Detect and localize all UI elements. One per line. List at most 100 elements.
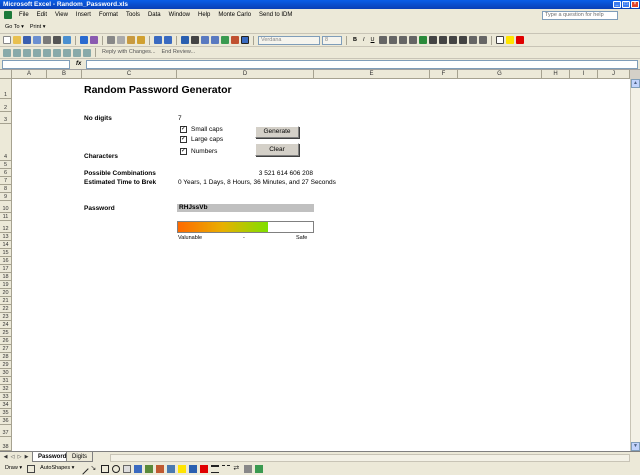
- column-header-i[interactable]: I: [570, 70, 598, 79]
- research-icon[interactable]: [90, 36, 98, 44]
- font-color-icon[interactable]: [200, 464, 209, 473]
- sort-ascending-icon[interactable]: [201, 36, 209, 44]
- row-header[interactable]: 23: [0, 313, 12, 321]
- row-header[interactable]: 13: [0, 233, 12, 241]
- 3d-style-icon[interactable]: [255, 464, 264, 473]
- format-painter-icon[interactable]: [137, 36, 145, 44]
- row-header[interactable]: 30: [0, 369, 12, 377]
- decrease-indent-icon[interactable]: [468, 36, 477, 44]
- review-icon[interactable]: [43, 48, 51, 57]
- tab-digits[interactable]: Digits: [66, 452, 94, 462]
- column-header-h[interactable]: H: [542, 70, 570, 79]
- close-button[interactable]: ×: [631, 1, 639, 8]
- comma-style-icon[interactable]: [438, 36, 447, 44]
- email-icon[interactable]: [43, 36, 51, 44]
- arrow-style-icon[interactable]: ⇄: [233, 465, 241, 473]
- menu-edit[interactable]: Edit: [33, 9, 51, 21]
- menu-window[interactable]: Window: [165, 9, 194, 21]
- line-icon[interactable]: [77, 462, 90, 475]
- row-header[interactable]: 35: [0, 409, 12, 417]
- formula-input[interactable]: [86, 60, 638, 69]
- menu-send-to-idm[interactable]: Send to IDM: [255, 9, 296, 21]
- draw-menu-button[interactable]: Draw ▾: [3, 464, 24, 473]
- review-icon[interactable]: [63, 48, 71, 57]
- clear-button[interactable]: Clear: [255, 143, 299, 156]
- prev-sheet-icon[interactable]: ◁: [9, 453, 16, 461]
- shadow-style-icon[interactable]: [244, 464, 253, 473]
- menu-monte-carlo[interactable]: Monte Carlo: [214, 9, 255, 21]
- menu-format[interactable]: Format: [95, 9, 122, 21]
- maximize-button[interactable]: □: [622, 1, 630, 8]
- select-all-corner[interactable]: [0, 70, 12, 79]
- redo-icon[interactable]: [164, 36, 172, 44]
- print-icon[interactable]: [53, 36, 61, 44]
- row-header[interactable]: 36: [0, 417, 12, 425]
- horizontal-scrollbar[interactable]: [110, 454, 630, 462]
- row-header[interactable]: 24: [0, 321, 12, 329]
- row-header[interactable]: 20: [0, 289, 12, 297]
- row-header[interactable]: 33: [0, 393, 12, 401]
- font-color-icon[interactable]: [515, 36, 524, 44]
- row-header[interactable]: 29: [0, 361, 12, 369]
- copy-icon[interactable]: [117, 36, 125, 44]
- row-header[interactable]: 4: [0, 124, 12, 161]
- align-right-icon[interactable]: [398, 36, 407, 44]
- row-header[interactable]: 9: [0, 193, 12, 201]
- row-header[interactable]: 16: [0, 257, 12, 265]
- row-header[interactable]: 6: [0, 169, 12, 177]
- clip-art-icon[interactable]: [156, 464, 165, 473]
- row-header[interactable]: 17: [0, 265, 12, 273]
- rectangle-icon[interactable]: [101, 464, 110, 473]
- italic-button[interactable]: I: [361, 36, 367, 45]
- row-header[interactable]: 10: [0, 201, 12, 213]
- menu-file[interactable]: File: [15, 9, 33, 21]
- help-search-input[interactable]: Type a question for help: [542, 11, 618, 20]
- end-review-button[interactable]: End Review...: [160, 48, 198, 57]
- row-header[interactable]: 26: [0, 337, 12, 345]
- review-icon[interactable]: [13, 48, 21, 57]
- row-header[interactable]: 15: [0, 249, 12, 257]
- row-header[interactable]: 32: [0, 385, 12, 393]
- row-header[interactable]: 5: [0, 161, 12, 169]
- cut-icon[interactable]: [107, 36, 115, 44]
- column-header-e[interactable]: E: [314, 70, 430, 79]
- menu-help[interactable]: Help: [194, 9, 214, 21]
- line-color-icon[interactable]: [189, 464, 198, 473]
- row-header[interactable]: 31: [0, 377, 12, 385]
- row-header[interactable]: 28: [0, 353, 12, 361]
- underline-button[interactable]: U: [369, 36, 377, 45]
- spelling-icon[interactable]: [80, 36, 88, 44]
- row-header[interactable]: 38: [0, 437, 12, 451]
- oval-icon[interactable]: [112, 464, 121, 473]
- generate-button[interactable]: Generate: [255, 126, 299, 138]
- new-icon[interactable]: [3, 36, 11, 44]
- dash-style-icon[interactable]: [222, 464, 231, 473]
- numbers-checkbox[interactable]: ✓: [180, 148, 187, 155]
- review-icon[interactable]: [23, 48, 31, 57]
- column-header-d[interactable]: D: [177, 70, 314, 79]
- menu-insert[interactable]: Insert: [72, 9, 95, 21]
- row-header[interactable]: 18: [0, 273, 12, 281]
- row-header[interactable]: 1: [0, 79, 12, 99]
- menu-view[interactable]: View: [51, 9, 72, 21]
- wordart-icon[interactable]: [134, 464, 143, 473]
- merge-center-icon[interactable]: [408, 36, 417, 44]
- text-box-icon[interactable]: [123, 464, 132, 473]
- vertical-scrollbar[interactable]: ▲ ▼: [630, 79, 640, 451]
- review-icon[interactable]: [53, 48, 61, 57]
- print-button[interactable]: Print ▾: [28, 23, 48, 32]
- save-icon[interactable]: [23, 36, 31, 44]
- font-name-select[interactable]: Verdana: [258, 35, 320, 45]
- scroll-up-button[interactable]: ▲: [631, 79, 640, 88]
- row-header[interactable]: 12: [0, 221, 12, 233]
- row-header[interactable]: 8: [0, 185, 12, 193]
- column-header-g[interactable]: G: [458, 70, 542, 79]
- next-sheet-icon[interactable]: ▷: [16, 453, 23, 461]
- reply-with-changes-button[interactable]: Reply with Changes...: [100, 48, 158, 57]
- autosum-icon[interactable]: [191, 36, 199, 44]
- column-header-b[interactable]: B: [47, 70, 82, 79]
- print-preview-icon[interactable]: [63, 36, 71, 44]
- increase-decimal-icon[interactable]: [448, 36, 457, 44]
- menu-tools[interactable]: Tools: [122, 9, 144, 21]
- no-digits-value[interactable]: 7: [178, 115, 182, 122]
